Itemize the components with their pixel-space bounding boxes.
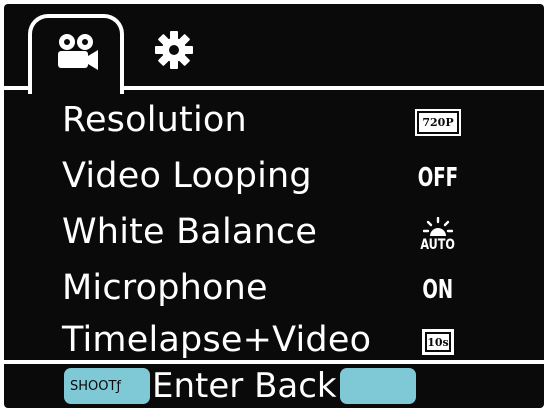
menu-item-white-balance[interactable]: White Balance AUTO [4,206,544,262]
white-balance-auto: AUTO [416,216,459,253]
tab-divider [120,86,544,90]
menu-item-label: Timelapse+Video [62,320,372,360]
shoot-button[interactable]: SHOOTƒ [64,368,150,404]
menu-item-microphone[interactable]: Microphone ON [4,262,544,318]
shoot-button-label: SHOOTƒ [70,378,122,394]
white-balance-status: AUTO [420,236,456,253]
resolution-value: 720P [408,100,468,144]
microphone-status: ON [422,275,454,305]
video-looping-status: OFF [417,163,459,193]
gear-icon[interactable] [154,30,194,70]
back-button[interactable] [340,368,416,404]
menu-item-video-looping[interactable]: Video Looping OFF [4,150,544,206]
video-camera-icon[interactable] [54,32,100,72]
sun-icon [422,216,453,236]
timelapse-value: 10s [408,320,468,364]
resolution-badge: 720P [419,112,457,132]
menu-item-label: Resolution [62,100,247,140]
menu-item-resolution[interactable]: Resolution 720P [4,94,544,150]
camera-settings-screen: Resolution 720P Video Looping OFF White … [4,4,544,408]
enter-back-hint: Enter Back [152,366,337,406]
menu-item-label: Video Looping [62,156,312,196]
bottom-bar: SHOOTƒ Enter Back [4,364,544,408]
tab-strip [4,4,544,94]
video-looping-value: OFF [408,156,468,200]
microphone-value: ON [408,268,468,312]
timelapse-interval-badge: 10s [422,329,454,355]
menu-item-label: White Balance [62,212,318,252]
white-balance-value: AUTO [408,212,468,256]
menu-item-label: Microphone [62,268,268,308]
